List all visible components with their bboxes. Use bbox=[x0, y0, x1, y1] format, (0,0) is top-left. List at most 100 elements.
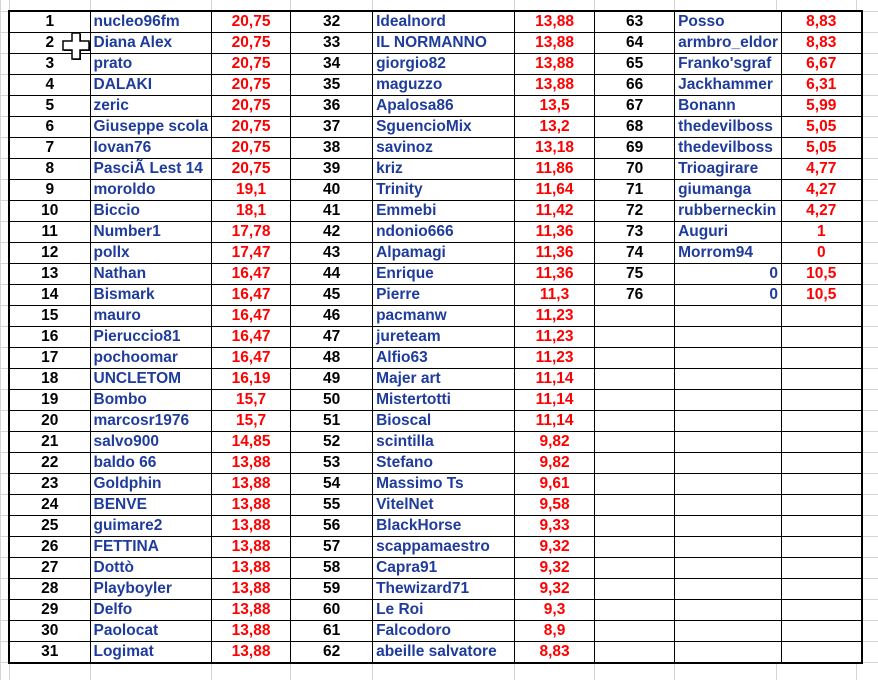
rank-cell[interactable]: 11 bbox=[8, 221, 91, 243]
rank-cell[interactable]: 43 bbox=[290, 242, 374, 264]
score-cell[interactable]: 16,47 bbox=[211, 326, 292, 348]
rank-cell[interactable]: 42 bbox=[290, 221, 374, 243]
rank-cell[interactable]: 39 bbox=[290, 158, 374, 180]
score-cell[interactable]: 8,83 bbox=[514, 641, 596, 664]
name-cell[interactable]: Alpamagi bbox=[372, 242, 516, 264]
rank-cell[interactable]: 47 bbox=[290, 326, 374, 348]
score-cell[interactable]: 20,75 bbox=[211, 74, 292, 96]
rank-cell[interactable]: 13 bbox=[8, 263, 91, 285]
name-cell[interactable]: Falcodoro bbox=[372, 620, 516, 642]
name-cell[interactable]: Dottò bbox=[89, 557, 213, 579]
name-cell[interactable]: Massimo Ts bbox=[372, 473, 516, 495]
rank-cell[interactable]: 51 bbox=[290, 410, 374, 432]
score-cell[interactable]: 11,23 bbox=[514, 305, 596, 327]
score-cell[interactable]: 13,88 bbox=[211, 578, 292, 600]
name-cell[interactable]: Biccio bbox=[89, 200, 213, 222]
score-cell[interactable]: 13,88 bbox=[514, 74, 596, 96]
rank-cell[interactable]: 9 bbox=[8, 179, 91, 201]
name-cell[interactable]: Emmebi bbox=[372, 200, 516, 222]
score-cell[interactable]: 13,88 bbox=[211, 452, 292, 474]
name-cell[interactable]: giumanga bbox=[674, 179, 782, 201]
empty-cell[interactable] bbox=[781, 515, 862, 537]
score-cell[interactable]: 11,23 bbox=[514, 326, 596, 348]
name-cell[interactable]: Diana Alex bbox=[89, 32, 213, 54]
empty-cell[interactable] bbox=[674, 326, 782, 348]
rank-cell[interactable]: 1 bbox=[8, 10, 91, 33]
empty-cell[interactable] bbox=[674, 452, 782, 474]
empty-cell[interactable] bbox=[674, 578, 782, 600]
empty-cell[interactable] bbox=[594, 431, 676, 453]
score-cell[interactable]: 13,88 bbox=[211, 536, 292, 558]
score-cell[interactable]: 8,83 bbox=[781, 10, 862, 33]
empty-cell[interactable] bbox=[594, 536, 676, 558]
score-cell[interactable]: 20,75 bbox=[211, 95, 292, 117]
name-cell[interactable]: rubberneckin bbox=[674, 200, 782, 222]
empty-cell[interactable] bbox=[674, 557, 782, 579]
rank-cell[interactable]: 8 bbox=[8, 158, 91, 180]
empty-cell[interactable] bbox=[781, 557, 862, 579]
rank-cell[interactable]: 25 bbox=[8, 515, 91, 537]
name-cell[interactable]: abeille salvatore bbox=[372, 641, 516, 664]
score-cell[interactable]: 9,61 bbox=[514, 473, 596, 495]
rank-cell[interactable]: 61 bbox=[290, 620, 374, 642]
score-cell[interactable]: 11,14 bbox=[514, 368, 596, 390]
empty-cell[interactable] bbox=[781, 410, 862, 432]
empty-cell[interactable] bbox=[674, 389, 782, 411]
rank-cell[interactable]: 21 bbox=[8, 431, 91, 453]
score-cell[interactable]: 13,2 bbox=[514, 116, 596, 138]
name-cell[interactable]: scintilla bbox=[372, 431, 516, 453]
rank-cell[interactable]: 40 bbox=[290, 179, 374, 201]
empty-cell[interactable] bbox=[674, 536, 782, 558]
rank-cell[interactable]: 66 bbox=[594, 74, 676, 96]
name-cell[interactable]: Le Roi bbox=[372, 599, 516, 621]
rank-cell[interactable]: 4 bbox=[8, 74, 91, 96]
rank-cell[interactable]: 54 bbox=[290, 473, 374, 495]
name-cell[interactable]: BlackHorse bbox=[372, 515, 516, 537]
rank-cell[interactable]: 6 bbox=[8, 116, 91, 138]
score-cell[interactable]: 11,36 bbox=[514, 221, 596, 243]
empty-cell[interactable] bbox=[674, 473, 782, 495]
name-cell[interactable]: pollx bbox=[89, 242, 213, 264]
rank-cell[interactable]: 37 bbox=[290, 116, 374, 138]
empty-cell[interactable] bbox=[594, 620, 676, 642]
rank-cell[interactable]: 35 bbox=[290, 74, 374, 96]
empty-cell[interactable] bbox=[594, 557, 676, 579]
rank-cell[interactable]: 24 bbox=[8, 494, 91, 516]
score-cell[interactable]: 9,82 bbox=[514, 452, 596, 474]
name-cell[interactable]: 0 bbox=[674, 284, 782, 306]
rank-cell[interactable]: 26 bbox=[8, 536, 91, 558]
score-cell[interactable]: 20,75 bbox=[211, 32, 292, 54]
score-cell[interactable]: 6,67 bbox=[781, 53, 862, 75]
empty-cell[interactable] bbox=[594, 452, 676, 474]
rank-cell[interactable]: 16 bbox=[8, 326, 91, 348]
rank-cell[interactable]: 12 bbox=[8, 242, 91, 264]
name-cell[interactable]: salvo900 bbox=[89, 431, 213, 453]
rank-cell[interactable]: 64 bbox=[594, 32, 676, 54]
name-cell[interactable]: Bismark bbox=[89, 284, 213, 306]
score-cell[interactable]: 16,47 bbox=[211, 263, 292, 285]
score-cell[interactable]: 1 bbox=[781, 221, 862, 243]
name-cell[interactable]: UNCLETOM bbox=[89, 368, 213, 390]
empty-cell[interactable] bbox=[594, 473, 676, 495]
name-cell[interactable]: DALAKI bbox=[89, 74, 213, 96]
name-cell[interactable]: Morrom94 bbox=[674, 242, 782, 264]
rank-cell[interactable]: 76 bbox=[594, 284, 676, 306]
empty-cell[interactable] bbox=[674, 494, 782, 516]
score-cell[interactable]: 20,75 bbox=[211, 10, 292, 33]
rank-cell[interactable]: 60 bbox=[290, 599, 374, 621]
name-cell[interactable]: Pieruccio81 bbox=[89, 326, 213, 348]
rank-cell[interactable]: 52 bbox=[290, 431, 374, 453]
rank-cell[interactable]: 33 bbox=[290, 32, 374, 54]
score-cell[interactable]: 13,88 bbox=[211, 515, 292, 537]
name-cell[interactable]: Jackhammer bbox=[674, 74, 782, 96]
score-cell[interactable]: 11,3 bbox=[514, 284, 596, 306]
rank-cell[interactable]: 30 bbox=[8, 620, 91, 642]
score-cell[interactable]: 9,58 bbox=[514, 494, 596, 516]
rank-cell[interactable]: 56 bbox=[290, 515, 374, 537]
empty-cell[interactable] bbox=[781, 368, 862, 390]
name-cell[interactable]: Pierre bbox=[372, 284, 516, 306]
name-cell[interactable]: SguencioMix bbox=[372, 116, 516, 138]
empty-cell[interactable] bbox=[781, 599, 862, 621]
score-cell[interactable]: 9,32 bbox=[514, 536, 596, 558]
empty-cell[interactable] bbox=[594, 641, 676, 664]
